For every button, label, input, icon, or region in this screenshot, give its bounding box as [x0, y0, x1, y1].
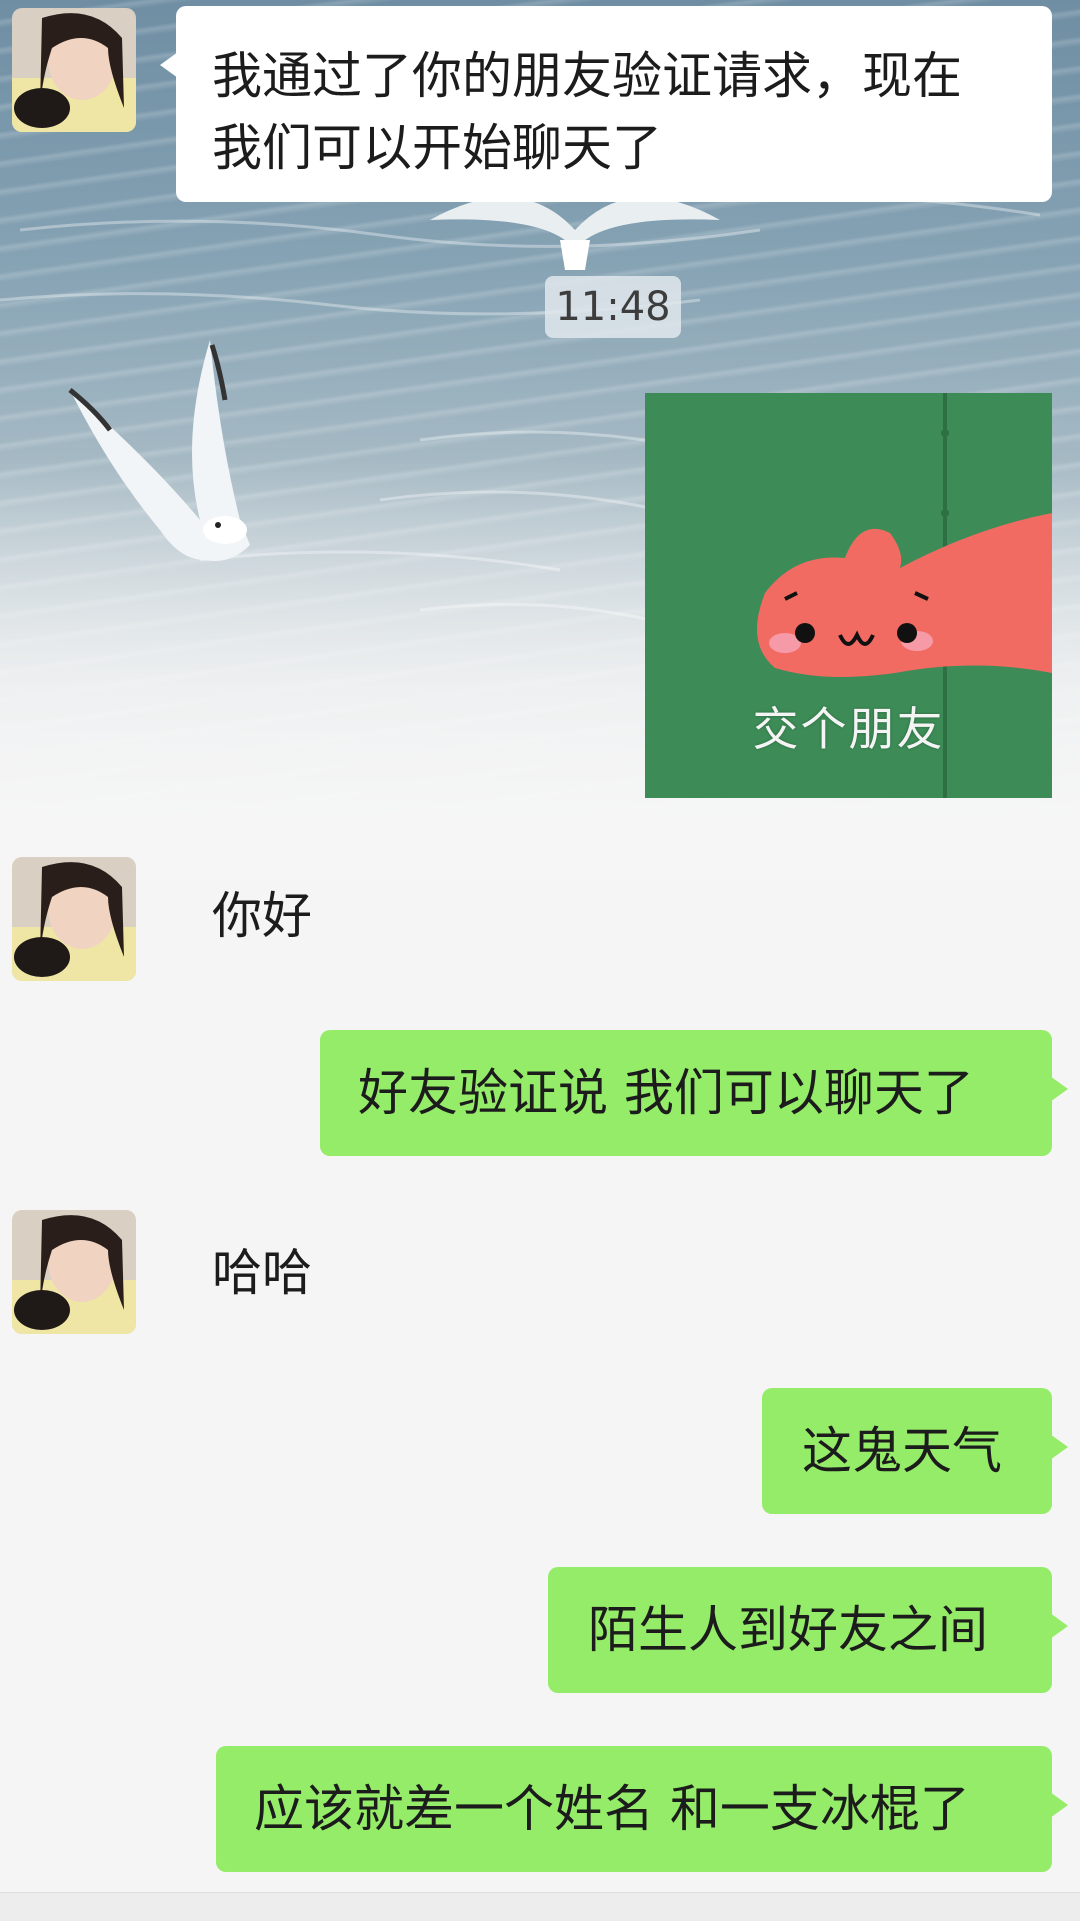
- sent-message-bubble[interactable]: 这鬼天气: [762, 1388, 1068, 1514]
- message-text-line: 我们可以开始聊天了: [212, 119, 662, 177]
- received-message-bubble[interactable]: 我通过了你的朋友验证请求，现在 我们可以开始聊天了: [160, 6, 1052, 202]
- message-timestamp: 11:48: [545, 276, 681, 338]
- received-message-text[interactable]: 你好: [212, 880, 312, 952]
- message-text-line: 我通过了你的朋友验证请求，现在: [212, 47, 962, 105]
- contact-avatar[interactable]: [12, 8, 136, 132]
- sent-sticker[interactable]: 交个朋友: [645, 393, 1052, 798]
- received-message-text[interactable]: 哈哈: [212, 1237, 312, 1309]
- contact-avatar[interactable]: [12, 1210, 136, 1334]
- avatar-photo-icon: [12, 8, 136, 132]
- message-text: 好友验证说 我们可以聊天了: [358, 1064, 974, 1122]
- message-text: 这鬼天气: [802, 1422, 1002, 1480]
- input-bar-edge: [0, 1892, 1080, 1921]
- avatar-photo-icon: [12, 1210, 136, 1334]
- message-text: 陌生人到好友之间: [588, 1601, 988, 1659]
- sent-message-bubble[interactable]: 应该就差一个姓名 和一支冰棍了: [216, 1746, 1068, 1872]
- contact-avatar[interactable]: [12, 857, 136, 981]
- avatar-photo-icon: [12, 857, 136, 981]
- message-text: 应该就差一个姓名 和一支冰棍了: [254, 1780, 970, 1838]
- sent-message-bubble[interactable]: 陌生人到好友之间: [548, 1567, 1068, 1693]
- sent-message-bubble[interactable]: 好友验证说 我们可以聊天了: [320, 1030, 1068, 1156]
- sticker-caption: 交个朋友: [752, 702, 945, 756]
